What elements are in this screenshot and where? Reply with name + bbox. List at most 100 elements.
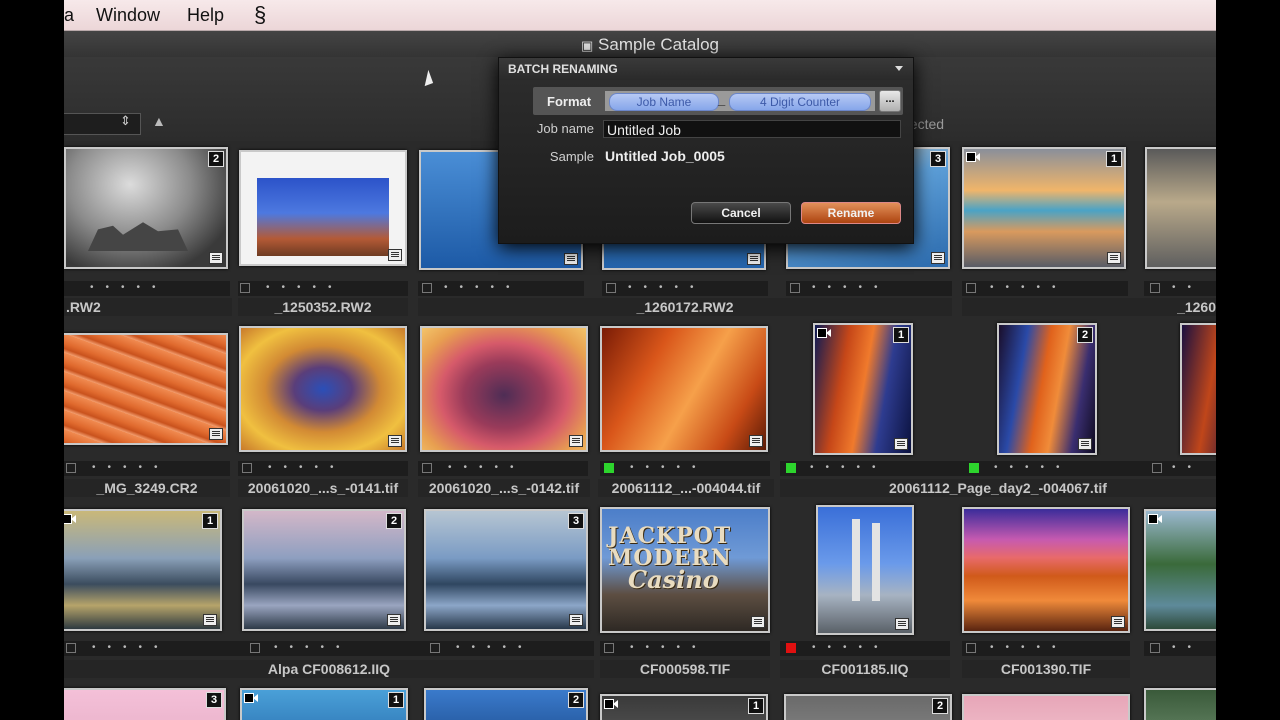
thumbnail[interactable] xyxy=(239,326,407,452)
metadata-icon[interactable] xyxy=(1107,252,1121,264)
thumbnail[interactable]: 3 xyxy=(424,509,588,631)
star-rating[interactable]: •• xyxy=(1172,642,1203,654)
filename-label[interactable]: 20061112_...-004044.tif xyxy=(598,479,774,497)
thumbnail[interactable]: 1 xyxy=(813,323,913,455)
color-label-checkbox[interactable] xyxy=(966,283,976,293)
metadata-icon[interactable] xyxy=(747,253,761,265)
star-rating[interactable]: ••••• xyxy=(266,282,344,294)
thumbnail[interactable] xyxy=(1144,509,1216,631)
color-label-red[interactable] xyxy=(786,643,796,653)
star-rating[interactable]: ••••• xyxy=(990,282,1068,294)
star-rating[interactable]: •• xyxy=(1172,282,1203,294)
script-menu-icon[interactable]: § xyxy=(254,2,266,28)
rename-button[interactable]: Rename xyxy=(801,202,901,224)
thumbnail[interactable]: 3 xyxy=(64,688,226,720)
thumbnail[interactable]: 2 xyxy=(64,147,228,269)
thumbnail[interactable] xyxy=(962,507,1130,633)
color-label-checkbox[interactable] xyxy=(604,643,614,653)
star-rating[interactable]: ••••• xyxy=(630,462,708,474)
job-name-input[interactable]: Untitled Job xyxy=(603,120,901,138)
star-rating[interactable]: ••••• xyxy=(994,462,1072,474)
star-rating[interactable]: ••••• xyxy=(90,282,168,294)
thumbnail[interactable] xyxy=(1145,147,1216,269)
color-label-checkbox[interactable] xyxy=(606,283,616,293)
filename-label[interactable]: CF001185.IIQ xyxy=(780,660,950,678)
thumbnail[interactable]: 1 xyxy=(962,147,1126,269)
thumbnail[interactable] xyxy=(420,326,588,452)
thumbnail[interactable] xyxy=(64,333,228,445)
star-rating[interactable]: ••••• xyxy=(990,642,1068,654)
color-label-checkbox[interactable] xyxy=(242,463,252,473)
cancel-button[interactable]: Cancel xyxy=(691,202,791,224)
star-rating[interactable]: ••••• xyxy=(268,462,346,474)
color-label-checkbox[interactable] xyxy=(422,283,432,293)
sort-direction-icon[interactable]: ▲ xyxy=(152,113,166,129)
filename-label[interactable]: _1260 xyxy=(962,298,1216,316)
star-rating[interactable]: ••••• xyxy=(630,642,708,654)
metadata-icon[interactable] xyxy=(209,428,223,440)
thumbnail[interactable] xyxy=(816,505,914,635)
filename-label[interactable]: _MG_3249.CR2 xyxy=(64,479,230,497)
token-job-name[interactable]: Job Name xyxy=(609,93,719,111)
star-rating[interactable]: ••••• xyxy=(810,462,888,474)
color-label-checkbox[interactable] xyxy=(1150,283,1160,293)
filename-label[interactable]: CF000598.TIF xyxy=(600,660,770,678)
filename-label[interactable]: 20061020_...s_-0141.tif xyxy=(238,479,408,497)
menu-help[interactable]: Help xyxy=(187,5,224,26)
filename-label[interactable]: _1250352.RW2 xyxy=(238,298,408,316)
metadata-icon[interactable] xyxy=(931,252,945,264)
filename-label[interactable]: _1260172.RW2 xyxy=(418,298,952,316)
color-label-checkbox[interactable] xyxy=(422,463,432,473)
metadata-icon[interactable] xyxy=(751,616,765,628)
metadata-icon[interactable] xyxy=(388,249,402,261)
color-label-checkbox[interactable] xyxy=(66,463,76,473)
filename-label[interactable]: 20061020_...s_-0142.tif xyxy=(418,479,590,497)
star-rating[interactable]: ••••• xyxy=(448,462,526,474)
color-label-checkbox[interactable] xyxy=(1152,463,1162,473)
metadata-icon[interactable] xyxy=(569,435,583,447)
menu-item-partial[interactable]: a xyxy=(64,5,74,26)
metadata-icon[interactable] xyxy=(569,614,583,626)
thumbnail[interactable] xyxy=(1180,323,1216,455)
filename-label[interactable]: 20061112_Page_day2_-004067.tif xyxy=(780,479,1216,497)
color-label-checkbox[interactable] xyxy=(430,643,440,653)
thumbnail[interactable]: JACKPOT MODERN Casino xyxy=(600,507,770,633)
star-rating[interactable]: ••••• xyxy=(444,282,522,294)
chevron-down-icon[interactable] xyxy=(895,66,903,71)
filename-label[interactable]: Alpa CF008612.IIQ xyxy=(64,660,594,678)
star-rating[interactable]: ••••• xyxy=(456,642,534,654)
color-label-checkbox[interactable] xyxy=(250,643,260,653)
metadata-icon[interactable] xyxy=(749,435,763,447)
star-rating[interactable]: ••••• xyxy=(92,642,170,654)
thumbnail[interactable] xyxy=(1144,688,1216,720)
metadata-icon[interactable] xyxy=(387,614,401,626)
thumbnail[interactable]: 2 xyxy=(424,688,588,720)
thumbnail[interactable] xyxy=(962,694,1130,720)
metadata-icon[interactable] xyxy=(203,614,217,626)
format-token-field[interactable]: Job Name _ 4 Digit Counter xyxy=(605,91,875,111)
metadata-icon[interactable] xyxy=(1078,438,1092,450)
star-rating[interactable]: ••••• xyxy=(628,282,706,294)
star-rating[interactable]: ••••• xyxy=(92,462,170,474)
color-label-green[interactable] xyxy=(786,463,796,473)
metadata-icon[interactable] xyxy=(1111,616,1125,628)
thumbnail[interactable]: 1 xyxy=(600,694,768,720)
star-rating[interactable]: ••••• xyxy=(274,642,352,654)
color-label-checkbox[interactable] xyxy=(790,283,800,293)
color-label-checkbox[interactable] xyxy=(240,283,250,293)
thumbnail[interactable] xyxy=(600,326,768,452)
filename-label[interactable]: CF001390.TIF xyxy=(962,660,1130,678)
thumbnail[interactable]: 2 xyxy=(784,694,952,720)
thumbnail[interactable]: 2 xyxy=(997,323,1097,455)
metadata-icon[interactable] xyxy=(209,252,223,264)
menu-window[interactable]: Window xyxy=(96,5,160,26)
star-rating[interactable]: •• xyxy=(1172,462,1203,474)
filename-label[interactable]: .RW2 xyxy=(64,298,232,316)
dialog-header[interactable]: BATCH RENAMING xyxy=(499,58,913,80)
metadata-icon[interactable] xyxy=(388,435,402,447)
metadata-icon[interactable] xyxy=(894,438,908,450)
format-more-button[interactable]: ... xyxy=(879,90,901,112)
sort-stepper-icon[interactable]: ⇕ xyxy=(120,113,131,129)
star-rating[interactable]: ••••• xyxy=(812,642,890,654)
color-label-green[interactable] xyxy=(969,463,979,473)
